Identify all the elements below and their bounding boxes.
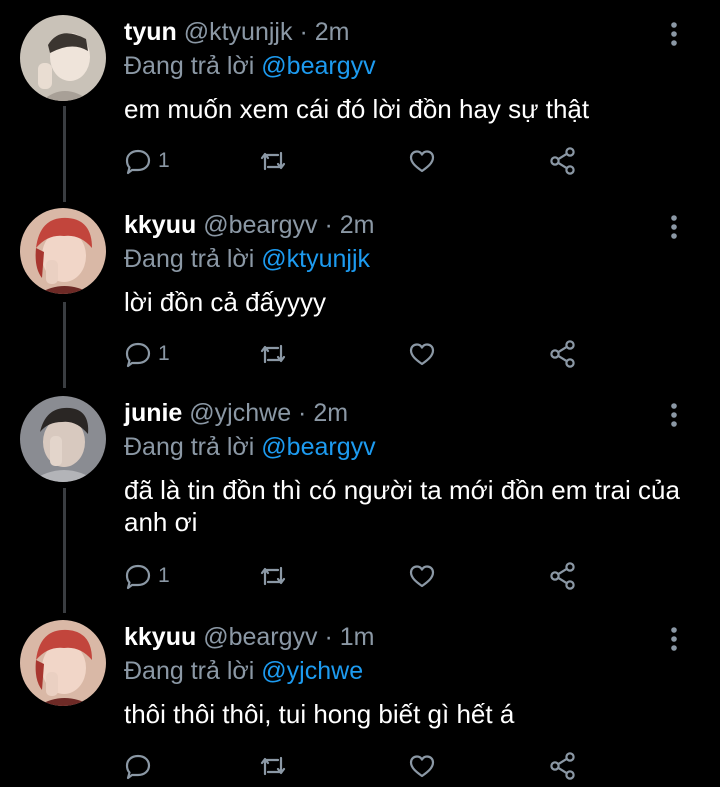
tweet-text: đã là tin đồn thì có người ta mới đồn em…	[124, 475, 680, 537]
avatar-image	[20, 208, 106, 294]
reply-count: 1	[158, 564, 170, 587]
more-options-icon[interactable]	[662, 624, 686, 654]
username-handle[interactable]: @ktyunjjk	[184, 18, 293, 46]
timestamp[interactable]: 2m	[315, 18, 350, 46]
replying-to: Đang trả lời @ktyunjjk	[124, 244, 370, 274]
reply-button[interactable]	[124, 751, 158, 781]
replying-to: Đang trả lời @yjchwe	[124, 656, 363, 686]
retweet-button[interactable]	[258, 561, 288, 591]
tweet-actions: 1	[124, 561, 594, 591]
timestamp[interactable]: 2m	[313, 399, 348, 427]
timestamp[interactable]: 2m	[340, 211, 375, 239]
share-icon	[548, 146, 578, 176]
reply-count: 1	[158, 149, 170, 172]
reply-mention-link[interactable]: @beargyv	[261, 52, 375, 80]
replying-label: Đang trả lời	[124, 433, 255, 461]
tweet-text: thôi thôi thôi, tui hong biết gì hết á	[124, 699, 515, 729]
separator-dot: ·	[324, 623, 333, 651]
replying-label: Đang trả lời	[124, 657, 255, 685]
retweet-icon	[258, 562, 288, 590]
tweet-actions: 1	[124, 339, 594, 369]
retweet-button[interactable]	[258, 146, 288, 176]
reply-count: 1	[158, 342, 170, 365]
reply-icon	[124, 147, 152, 175]
username-handle[interactable]: @yjchwe	[189, 399, 291, 427]
username-handle[interactable]: @beargyv	[203, 623, 317, 651]
heart-icon	[408, 752, 436, 780]
avatar[interactable]	[20, 208, 106, 294]
tweet-text: lời đồn cả đấyyyy	[124, 287, 327, 317]
display-name[interactable]: kkyuu	[124, 623, 196, 651]
heart-icon	[408, 147, 436, 175]
display-name[interactable]: junie	[124, 399, 182, 427]
share-button[interactable]	[548, 751, 578, 781]
reply-mention-link[interactable]: @beargyv	[261, 433, 375, 461]
separator-dot: ·	[298, 399, 307, 427]
tweet[interactable]: kkyuu @beargyv · 2m Đang trả lời @ktyunj…	[0, 208, 720, 388]
like-button[interactable]	[408, 561, 436, 591]
share-button[interactable]	[548, 146, 578, 176]
timestamp[interactable]: 1m	[340, 623, 375, 651]
like-button[interactable]	[408, 146, 436, 176]
tweet-header: junie @yjchwe · 2m	[124, 398, 348, 428]
tweet-actions	[124, 751, 594, 781]
replying-to: Đang trả lời @beargyv	[124, 51, 376, 81]
reply-icon	[124, 340, 152, 368]
reply-icon	[124, 562, 152, 590]
tweet-actions: 1	[124, 146, 594, 176]
tweet[interactable]: kkyuu @beargyv · 1m Đang trả lời @yjchwe…	[0, 620, 720, 787]
reply-mention-link[interactable]: @ktyunjjk	[261, 245, 370, 273]
reply-button[interactable]: 1	[124, 339, 170, 369]
tweet-text: em muốn xem cái đó lời đồn hay sự thật	[124, 94, 590, 124]
separator-dot: ·	[324, 211, 333, 239]
replying-label: Đang trả lời	[124, 245, 255, 273]
share-icon	[548, 561, 578, 591]
reply-icon	[124, 752, 152, 780]
share-button[interactable]	[548, 339, 578, 369]
retweet-button[interactable]	[258, 339, 288, 369]
share-button[interactable]	[548, 561, 578, 591]
avatar-image	[20, 620, 106, 706]
reply-button[interactable]: 1	[124, 561, 170, 591]
display-name[interactable]: kkyuu	[124, 211, 196, 239]
separator-dot: ·	[299, 18, 308, 46]
replying-to: Đang trả lời @beargyv	[124, 432, 376, 462]
avatar-image	[20, 15, 106, 101]
tweet-header: kkyuu @beargyv · 2m	[124, 210, 375, 240]
tweet-header: tyun @ktyunjjk · 2m	[124, 17, 349, 47]
retweet-icon	[258, 340, 288, 368]
share-icon	[548, 339, 578, 369]
like-button[interactable]	[408, 751, 436, 781]
tweet[interactable]: junie @yjchwe · 2m Đang trả lời @beargyv…	[0, 396, 720, 596]
avatar[interactable]	[20, 396, 106, 482]
retweet-icon	[258, 752, 288, 780]
avatar-image	[20, 396, 106, 482]
username-handle[interactable]: @beargyv	[203, 211, 317, 239]
more-options-icon[interactable]	[662, 212, 686, 242]
heart-icon	[408, 340, 436, 368]
avatar[interactable]	[20, 620, 106, 706]
tweet[interactable]: tyun @ktyunjjk · 2m Đang trả lời @beargy…	[0, 15, 720, 195]
tweet-header: kkyuu @beargyv · 1m	[124, 622, 375, 652]
reply-button[interactable]: 1	[124, 146, 170, 176]
display-name[interactable]: tyun	[124, 18, 177, 46]
avatar[interactable]	[20, 15, 106, 101]
share-icon	[548, 751, 578, 781]
replying-label: Đang trả lời	[124, 52, 255, 80]
like-button[interactable]	[408, 339, 436, 369]
heart-icon	[408, 562, 436, 590]
more-options-icon[interactable]	[662, 19, 686, 49]
more-options-icon[interactable]	[662, 400, 686, 430]
retweet-button[interactable]	[258, 751, 288, 781]
retweet-icon	[258, 147, 288, 175]
reply-mention-link[interactable]: @yjchwe	[261, 657, 363, 685]
